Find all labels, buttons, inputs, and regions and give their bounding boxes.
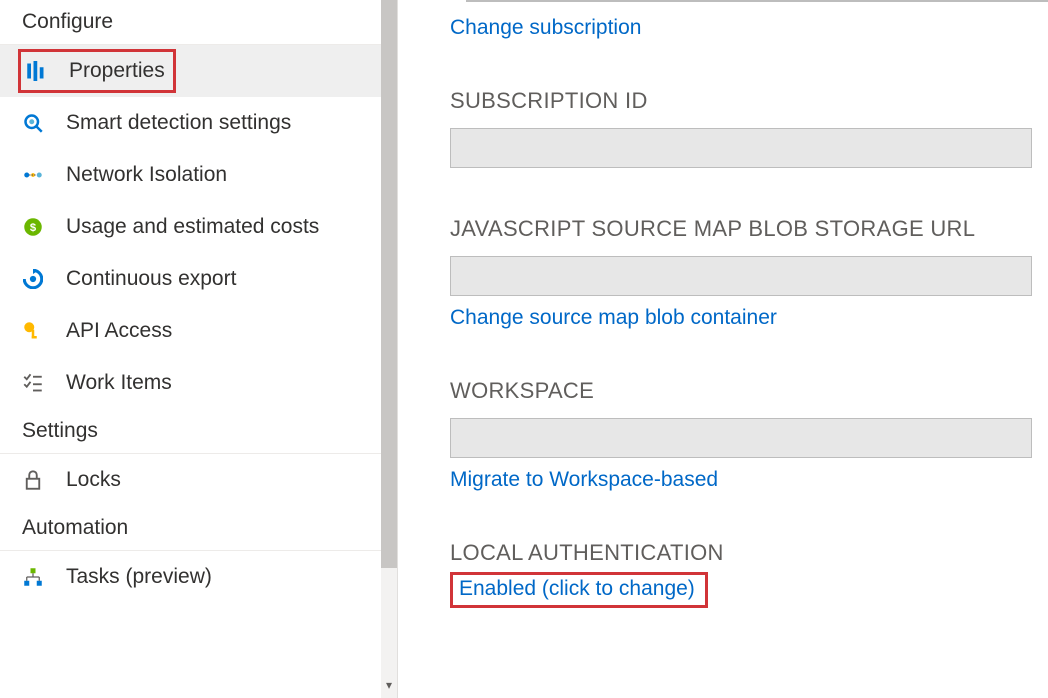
nav-label: Usage and estimated costs [66, 215, 319, 239]
nav-label: Network Isolation [66, 163, 227, 187]
section-header-settings: Settings [0, 409, 381, 454]
change-sourcemap-link[interactable]: Change source map blob container [450, 306, 777, 330]
scrollbar-down-arrow[interactable]: ▾ [381, 672, 397, 698]
sidebar: ▾ Configure Properties Smart detection s… [0, 0, 398, 698]
migrate-workspace-link[interactable]: Migrate to Workspace-based [450, 468, 718, 492]
nav-label: Smart detection settings [66, 111, 291, 135]
sidebar-item-continuous-export[interactable]: Continuous export [0, 253, 381, 305]
workspace-input[interactable] [450, 418, 1032, 458]
scrollbar-thumb[interactable] [381, 0, 397, 568]
js-sourcemap-label: JAVASCRIPT SOURCE MAP BLOB STORAGE URL [450, 216, 1048, 242]
change-subscription-link[interactable]: Change subscription [450, 16, 641, 40]
sidebar-item-network-isolation[interactable]: Network Isolation [0, 149, 381, 201]
continuous-export-icon [22, 268, 44, 290]
section-header-automation: Automation [0, 506, 381, 551]
nav-label: Continuous export [66, 267, 236, 291]
js-sourcemap-input[interactable] [450, 256, 1032, 296]
top-field-border [466, 0, 1048, 2]
nav-label: Work Items [66, 371, 172, 395]
local-auth-toggle-link[interactable]: Enabled (click to change) [450, 572, 708, 608]
smart-detection-icon [22, 112, 44, 134]
tasks-icon [22, 566, 44, 588]
nav-label: Locks [66, 468, 121, 492]
sidebar-item-work-items[interactable]: Work Items [0, 357, 381, 409]
subscription-id-input[interactable] [450, 128, 1032, 168]
sidebar-item-tasks[interactable]: Tasks (preview) [0, 551, 381, 603]
nav-label: Properties [69, 59, 165, 83]
sidebar-item-properties[interactable]: Properties [0, 45, 381, 97]
sidebar-item-locks[interactable]: Locks [0, 454, 381, 506]
nav-label: API Access [66, 319, 172, 343]
workspace-label: WORKSPACE [450, 378, 1048, 404]
local-auth-label: LOCAL AUTHENTICATION [450, 540, 1048, 566]
sidebar-item-smart-detection[interactable]: Smart detection settings [0, 97, 381, 149]
work-items-icon [22, 372, 44, 394]
highlight-properties: Properties [18, 49, 176, 93]
scrollbar-track[interactable]: ▾ [381, 0, 397, 698]
network-isolation-icon [22, 164, 44, 186]
svg-text:$: $ [30, 222, 37, 234]
subscription-id-label: SUBSCRIPTION ID [450, 88, 1048, 114]
sidebar-item-usage-costs[interactable]: $ Usage and estimated costs [0, 201, 381, 253]
sidebar-item-api-access[interactable]: API Access [0, 305, 381, 357]
main-panel: Change subscription SUBSCRIPTION ID JAVA… [398, 0, 1048, 698]
locks-icon [22, 469, 44, 491]
properties-icon [25, 60, 47, 82]
api-access-icon [22, 320, 44, 342]
section-header-configure: Configure [0, 0, 381, 45]
usage-costs-icon: $ [22, 216, 44, 238]
nav-label: Tasks (preview) [66, 565, 212, 589]
